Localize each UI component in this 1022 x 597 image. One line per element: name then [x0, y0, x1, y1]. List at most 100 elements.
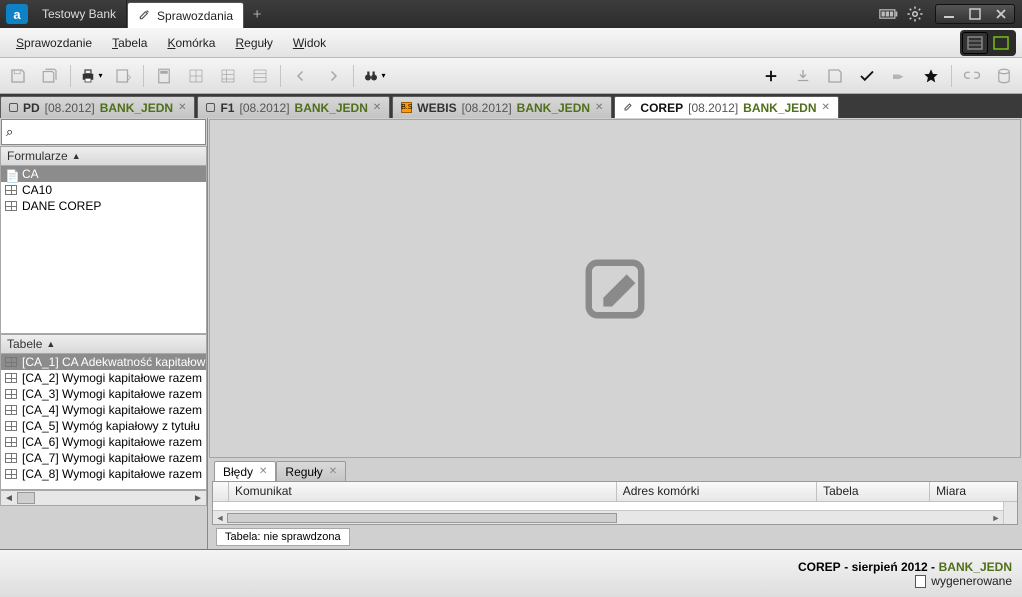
- empty-canvas: [209, 119, 1021, 458]
- list-item-label: [CA_7] Wymogi kapitałowe razem: [22, 451, 202, 465]
- download-icon[interactable]: [791, 64, 815, 88]
- close-icon[interactable]: ✕: [373, 102, 381, 113]
- view-toggle-form[interactable]: [988, 32, 1014, 54]
- grid-icon[interactable]: [184, 64, 208, 88]
- search-input[interactable]: ⌕: [1, 119, 206, 145]
- doc-tab-date: [08.2012]: [45, 101, 95, 115]
- list-item[interactable]: DANE COREP: [1, 198, 206, 214]
- list-item[interactable]: CA10: [1, 182, 206, 198]
- add-tab-button[interactable]: +: [244, 0, 270, 28]
- list-item[interactable]: [CA_2] Wymogi kapitałowe razem: [1, 370, 206, 386]
- view-toggle-grid[interactable]: [962, 32, 988, 54]
- grid-icon: [5, 453, 17, 463]
- grid-header: Komunikat Adres komórki Tabela Miara: [213, 482, 1017, 502]
- doc-tab-type: BANK_JEDN: [100, 101, 173, 115]
- close-icon[interactable]: ✕: [178, 102, 186, 113]
- list-item[interactable]: [CA_6] Wymogi kapitałowe razem: [1, 434, 206, 450]
- grid-v-scrollbar[interactable]: [1003, 502, 1017, 524]
- formularze-list: 📄CA CA10 DANE COREP: [0, 166, 207, 334]
- next-icon[interactable]: [321, 64, 345, 88]
- list-item[interactable]: [CA_4] Wymogi kapitałowe razem: [1, 402, 206, 418]
- doc-tab-webis[interactable]: B.S WEBIS [08.2012] BANK_JEDN ✕: [392, 96, 612, 118]
- battery-icon[interactable]: [878, 3, 900, 25]
- check-icon[interactable]: [855, 64, 879, 88]
- list-item[interactable]: [CA_5] Wymóg kapiałowy z tytułu: [1, 418, 206, 434]
- save2-icon[interactable]: [823, 64, 847, 88]
- sidebar: ⌕ Formularze▲ 📄CA CA10 DANE COREP Tabele…: [0, 118, 208, 549]
- close-icon[interactable]: ✕: [595, 102, 603, 113]
- box-icon: [206, 103, 215, 112]
- col-miara[interactable]: Miara: [930, 482, 1017, 501]
- tab-reguly[interactable]: Reguły ✕: [276, 461, 346, 481]
- minimize-button[interactable]: [936, 5, 962, 23]
- table-status-chip: Tabela: nie sprawdzona: [216, 528, 350, 546]
- menu-reguly[interactable]: Reguły: [225, 32, 282, 54]
- print-icon[interactable]: ▾: [79, 64, 103, 88]
- calc-icon[interactable]: [152, 64, 176, 88]
- col-tabela[interactable]: Tabela: [817, 482, 930, 501]
- title-tab-bank[interactable]: Testowy Bank: [32, 0, 127, 28]
- document-icon: [915, 575, 926, 588]
- gear-icon[interactable]: [904, 3, 926, 25]
- list-item[interactable]: 📄CA: [1, 166, 206, 182]
- prev-icon[interactable]: [289, 64, 313, 88]
- tag-icon[interactable]: [887, 64, 911, 88]
- menu-widok[interactable]: Widok: [283, 32, 336, 54]
- list-item-label: [CA_3] Wymogi kapitałowe razem: [22, 387, 202, 401]
- footer-title: COREP - sierpień 2012 - BANK_JEDN: [798, 559, 1012, 574]
- doc-tab-code: WEBIS: [417, 101, 456, 115]
- doc-tab-f1[interactable]: F1 [08.2012] BANK_JEDN ✕: [197, 96, 390, 118]
- sidebar-scrollbar[interactable]: ◄ ►: [0, 490, 207, 506]
- export-icon[interactable]: [111, 64, 135, 88]
- footer: COREP - sierpień 2012 - BANK_JEDN wygene…: [0, 549, 1022, 597]
- document-tabs: PD [08.2012] BANK_JEDN ✕ F1 [08.2012] BA…: [0, 94, 1022, 118]
- scroll-right-icon[interactable]: ►: [190, 493, 206, 504]
- panel-formularze-header[interactable]: Formularze▲: [0, 146, 207, 166]
- list-item[interactable]: [CA_8] Wymogi kapitałowe razem: [1, 466, 206, 482]
- scroll-left-icon[interactable]: ◄: [1, 493, 17, 504]
- db-icon[interactable]: [992, 64, 1016, 88]
- scroll-left-icon[interactable]: ◄: [213, 513, 227, 523]
- list-item[interactable]: [CA_7] Wymogi kapitałowe razem: [1, 450, 206, 466]
- title-tab-sprawozdania[interactable]: Sprawozdania: [127, 2, 244, 28]
- folder-icon: 📄: [5, 169, 17, 179]
- grid-h-scrollbar[interactable]: ◄ ►: [213, 510, 1003, 524]
- list-item-label: [CA_8] Wymogi kapitałowe razem: [22, 467, 202, 481]
- menu-komorka[interactable]: Komórka: [157, 32, 225, 54]
- grid-icon: [5, 357, 17, 367]
- col-adres[interactable]: Adres komórki: [617, 482, 817, 501]
- list-item[interactable]: [CA_1] CA Adekwatność kapitałow: [1, 354, 206, 370]
- menu-sprawozdanie[interactable]: Sprawozdanie: [6, 32, 102, 54]
- grid3-icon[interactable]: [248, 64, 272, 88]
- save-multi-icon[interactable]: [38, 64, 62, 88]
- close-button[interactable]: [988, 5, 1014, 23]
- bottom-tabs: Błędy✕ Reguły ✕: [208, 459, 1022, 481]
- plus-icon[interactable]: [759, 64, 783, 88]
- link-icon[interactable]: [960, 64, 984, 88]
- grid-icon: [5, 469, 17, 479]
- close-icon[interactable]: ✕: [259, 466, 267, 477]
- grid2-icon[interactable]: [216, 64, 240, 88]
- scroll-right-icon[interactable]: ►: [989, 513, 1003, 523]
- binoculars-icon[interactable]: ▾: [362, 64, 386, 88]
- scroll-thumb[interactable]: [17, 492, 35, 504]
- list-item-label: [CA_4] Wymogi kapitałowe razem: [22, 403, 202, 417]
- tabele-list: [CA_1] CA Adekwatność kapitałow [CA_2] W…: [0, 354, 207, 490]
- save-icon[interactable]: [6, 64, 30, 88]
- col-komunikat[interactable]: Komunikat: [229, 482, 617, 501]
- doc-tab-pd[interactable]: PD [08.2012] BANK_JEDN ✕: [0, 96, 195, 118]
- tab-reguly-label: Reguły: [285, 465, 322, 479]
- star-icon[interactable]: [919, 64, 943, 88]
- chevron-up-icon: ▲: [46, 339, 55, 349]
- scroll-thumb[interactable]: [227, 513, 617, 523]
- close-icon[interactable]: ✕: [329, 466, 337, 477]
- doc-tab-code: COREP: [640, 101, 683, 115]
- doc-tab-corep[interactable]: COREP [08.2012] BANK_JEDN ✕: [614, 96, 838, 118]
- close-icon[interactable]: ✕: [822, 102, 830, 113]
- doc-tab-code: PD: [23, 101, 40, 115]
- tab-bledy[interactable]: Błędy✕: [214, 461, 276, 481]
- panel-tabele-header[interactable]: Tabele▲: [0, 334, 207, 354]
- maximize-button[interactable]: [962, 5, 988, 23]
- list-item[interactable]: [CA_3] Wymogi kapitałowe razem: [1, 386, 206, 402]
- menu-tabela[interactable]: Tabela: [102, 32, 157, 54]
